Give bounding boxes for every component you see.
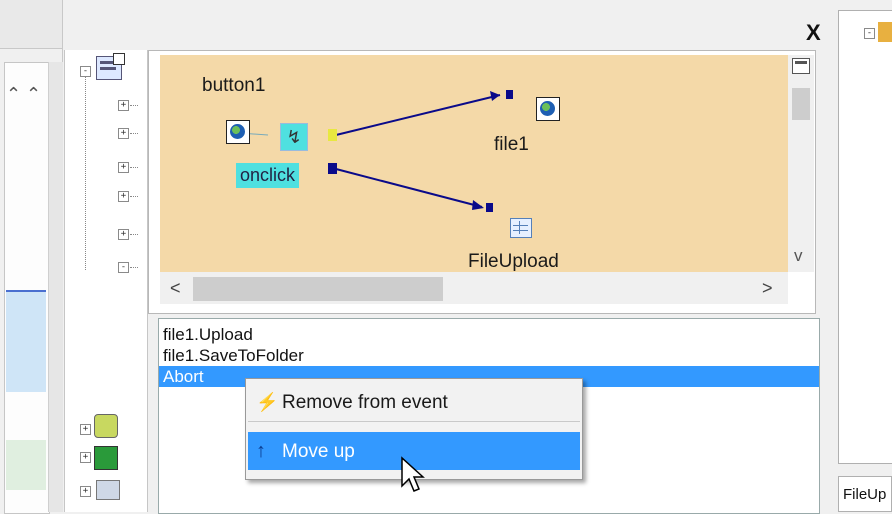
- link-arrow-icon: [490, 91, 500, 101]
- tree-branch: [130, 133, 138, 134]
- link-arrow-icon: [472, 200, 484, 210]
- arrow-up-icon: ↑: [256, 440, 266, 462]
- top-bar: [0, 0, 892, 48]
- menu-separator: [248, 421, 580, 422]
- tree-expand-toggle[interactable]: +: [118, 229, 129, 240]
- target-file1-label: file1: [494, 134, 529, 155]
- link-endpoint-icon: [506, 90, 513, 99]
- left-pane-header: [0, 0, 62, 49]
- target-fileupload-label: FileUpload: [468, 251, 559, 272]
- link-endpoint-icon: [486, 203, 493, 212]
- link-to-fileupload: [335, 168, 483, 208]
- right-panel: [838, 10, 892, 464]
- scroll-down-icon[interactable]: v: [794, 246, 803, 266]
- vertical-scroll-thumb[interactable]: [792, 88, 810, 120]
- form-icon: [96, 53, 125, 80]
- close-button[interactable]: X: [806, 20, 821, 46]
- panel-toggle-icon[interactable]: [792, 58, 810, 74]
- mouse-cursor-icon: [401, 456, 425, 492]
- scroll-left-icon[interactable]: <: [170, 278, 181, 299]
- collapse-up-icon-2[interactable]: ⌃: [26, 84, 41, 105]
- database-icon: [94, 414, 118, 438]
- menu-item-move-up-label: Move up: [282, 441, 355, 462]
- left-panel-region: [6, 440, 46, 490]
- tree-branch: [130, 196, 138, 197]
- tree-expand-toggle[interactable]: +: [118, 162, 129, 173]
- tree-expand-toggle[interactable]: +: [118, 191, 129, 202]
- tree-branch: [130, 167, 138, 168]
- component-icon: [96, 480, 120, 500]
- link-to-file1: [335, 94, 501, 136]
- globe-icon[interactable]: [226, 120, 250, 144]
- tree-expand-toggle[interactable]: +: [80, 486, 91, 497]
- collapse-up-icon[interactable]: ⌃: [6, 84, 21, 105]
- lightning-icon[interactable]: ↯: [280, 123, 308, 151]
- tree-collapse-toggle[interactable]: -: [864, 28, 875, 39]
- tree-branch: [130, 267, 138, 268]
- link-start-icon: [328, 163, 337, 174]
- horizontal-scroll-thumb[interactable]: [193, 277, 443, 301]
- list-item[interactable]: file1.SaveToFolder: [159, 345, 819, 366]
- right-bottom-field[interactable]: FileUp: [838, 476, 892, 512]
- remove-icon: ⚡: [256, 392, 279, 412]
- list-item[interactable]: file1.Upload: [159, 324, 819, 345]
- menu-item-remove-label: Remove from event: [282, 392, 448, 413]
- link-start-icon: [328, 129, 337, 141]
- tree-branch: [130, 105, 138, 106]
- event-name[interactable]: onclick: [236, 163, 300, 188]
- tree-expand-toggle[interactable]: +: [118, 100, 129, 111]
- tree-expand-toggle[interactable]: +: [80, 452, 91, 463]
- object-tree: [64, 50, 148, 512]
- menu-item-remove[interactable]: ⚡ Remove from event: [246, 383, 582, 421]
- tree-branch: [130, 234, 138, 235]
- left-panel-scrollbar[interactable]: [48, 62, 63, 512]
- scroll-right-icon[interactable]: >: [762, 278, 773, 299]
- page-icon: [94, 446, 118, 470]
- left-panel-selection: [6, 290, 46, 392]
- tree-collapse-toggle[interactable]: -: [80, 66, 91, 77]
- tree-line: [85, 75, 86, 270]
- source-object-label: button1: [202, 75, 266, 96]
- globe-icon[interactable]: [536, 97, 560, 121]
- tree-collapse-toggle[interactable]: -: [118, 262, 129, 273]
- folder-icon: [878, 22, 892, 42]
- tree-expand-toggle[interactable]: +: [118, 128, 129, 139]
- fileupload-icon[interactable]: [510, 218, 532, 238]
- tree-expand-toggle[interactable]: +: [80, 424, 91, 435]
